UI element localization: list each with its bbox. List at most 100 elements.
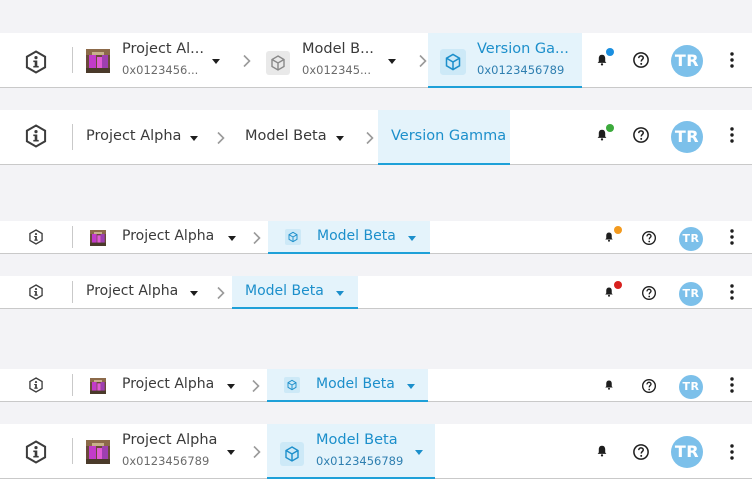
breadcrumb-project-label: Project Alpha <box>122 228 215 244</box>
chevron-down-icon[interactable] <box>190 291 198 296</box>
chevron-down-icon[interactable] <box>408 236 416 241</box>
avatar[interactable]: TR <box>679 375 703 399</box>
breadcrumb-model-label: Model Beta <box>316 376 395 392</box>
notification-dot <box>614 226 622 234</box>
chevron-right-icon <box>252 231 262 245</box>
chevron-right-icon <box>252 445 262 459</box>
project-thumbnail-icon <box>86 49 110 73</box>
breadcrumb-project[interactable]: Project Alpha 0x0123456789 <box>72 424 252 479</box>
chevron-down-icon[interactable] <box>336 136 344 141</box>
breadcrumb-project[interactable]: Project Alpha <box>72 369 252 402</box>
breadcrumb-bar: Project Alpha Model Beta Version Gamma TR <box>0 110 752 165</box>
app-logo-icon[interactable] <box>24 50 48 74</box>
more-options-icon[interactable] <box>728 443 736 461</box>
help-icon[interactable] <box>632 443 650 461</box>
breadcrumb-model-label: Model Beta <box>317 228 396 244</box>
breadcrumb-model[interactable]: Model Beta <box>268 221 430 254</box>
breadcrumb-project-label: Project Alpha <box>122 376 215 392</box>
chevron-down-icon[interactable] <box>228 236 236 241</box>
app-logo-icon[interactable] <box>24 440 48 464</box>
breadcrumb-version[interactable]: Version Gamma <box>378 110 510 165</box>
breadcrumb-version-id: 0x0123456789 <box>477 63 565 77</box>
avatar[interactable]: TR <box>671 45 703 77</box>
chevron-down-icon[interactable] <box>415 450 423 455</box>
chevron-down-icon[interactable] <box>190 136 198 141</box>
avatar[interactable]: TR <box>671 436 703 468</box>
breadcrumb-version-label: Version Ga... <box>477 41 569 57</box>
breadcrumb-project[interactable]: Project Alpha <box>72 221 252 254</box>
chevron-right-icon <box>216 131 226 145</box>
more-options-icon[interactable] <box>728 228 736 246</box>
chevron-right-icon <box>418 54 428 68</box>
breadcrumb-model[interactable]: Model B... 0x012345... <box>258 33 410 88</box>
breadcrumb-bar: Project Al... 0x0123456... Model B... 0x012… <box>0 33 752 88</box>
notification-dot <box>614 281 622 289</box>
cube-icon <box>285 229 301 245</box>
chevron-down-icon[interactable] <box>227 450 235 455</box>
breadcrumb-model-label: Model Beta <box>316 432 398 448</box>
help-icon[interactable] <box>641 285 657 301</box>
bell-icon[interactable] <box>603 231 615 243</box>
app-logo-icon[interactable] <box>28 229 44 245</box>
avatar[interactable]: TR <box>671 121 703 153</box>
breadcrumb-project-label: Project Alpha <box>86 128 182 144</box>
project-thumbnail-icon <box>90 230 106 246</box>
breadcrumb-model-label: Model Beta <box>245 128 327 144</box>
breadcrumb-version[interactable]: Version Ga... 0x0123456789 <box>428 33 582 88</box>
breadcrumb-bar: Project Alpha Model Beta TR <box>0 369 752 402</box>
chevron-right-icon <box>365 131 375 145</box>
chevron-right-icon <box>242 54 252 68</box>
breadcrumb-bar: Project Alpha Model Beta TR <box>0 276 752 309</box>
cube-icon <box>440 49 466 75</box>
breadcrumb-project-label: Project Alpha <box>86 283 179 299</box>
chevron-down-icon[interactable] <box>212 59 220 64</box>
breadcrumb-project-id: 0x0123456... <box>122 63 199 77</box>
breadcrumb-project[interactable]: Project Alpha <box>72 276 216 309</box>
app-logo-icon[interactable] <box>24 124 48 148</box>
breadcrumb-model-label: Model Beta <box>245 283 324 299</box>
help-icon[interactable] <box>641 378 657 394</box>
breadcrumb-model[interactable]: Model Beta <box>232 110 362 165</box>
breadcrumb-model-label: Model B... <box>302 41 374 57</box>
breadcrumb-bar: Project Alpha 0x0123456789 Model Beta 0x012… <box>0 424 752 479</box>
more-options-icon[interactable] <box>728 126 736 144</box>
more-options-icon[interactable] <box>728 51 736 69</box>
project-thumbnail-icon <box>90 378 106 394</box>
bell-icon[interactable] <box>603 379 615 391</box>
chevron-down-icon[interactable] <box>388 59 396 64</box>
notification-dot <box>606 48 614 56</box>
breadcrumb-bar: Project Alpha Model Beta TR <box>0 221 752 254</box>
app-logo-icon[interactable] <box>28 284 44 300</box>
breadcrumb-model[interactable]: Model Beta <box>267 369 428 402</box>
breadcrumb-version-label: Version Gamma <box>391 128 507 144</box>
avatar[interactable]: TR <box>679 282 703 306</box>
avatar[interactable]: TR <box>679 227 703 251</box>
breadcrumb-model[interactable]: Model Beta 0x0123456789 <box>267 424 435 479</box>
breadcrumb-project-id: 0x0123456789 <box>122 454 210 468</box>
help-icon[interactable] <box>641 230 657 246</box>
more-options-icon[interactable] <box>728 376 736 394</box>
help-icon[interactable] <box>632 51 650 69</box>
breadcrumb-project[interactable]: Project Alpha <box>72 110 206 165</box>
bell-icon[interactable] <box>603 286 615 298</box>
project-thumbnail-icon <box>86 440 110 464</box>
cube-icon <box>266 51 290 75</box>
breadcrumb-project[interactable]: Project Al... 0x0123456... <box>72 33 240 88</box>
chevron-right-icon <box>216 286 226 300</box>
cube-icon <box>280 442 304 466</box>
breadcrumb-project-label: Project Al... <box>122 41 204 57</box>
cube-icon <box>284 377 300 393</box>
chevron-down-icon[interactable] <box>407 384 415 389</box>
app-logo-icon[interactable] <box>28 377 44 393</box>
chevron-down-icon[interactable] <box>227 384 235 389</box>
chevron-down-icon[interactable] <box>336 291 344 296</box>
chevron-right-icon <box>251 379 261 393</box>
help-icon[interactable] <box>632 126 650 144</box>
breadcrumb-model[interactable]: Model Beta <box>232 276 358 309</box>
bell-icon[interactable] <box>595 444 609 458</box>
breadcrumb-model-id: 0x012345... <box>302 63 371 77</box>
breadcrumb-project-label: Project Alpha <box>122 432 218 448</box>
notification-dot <box>606 124 614 132</box>
breadcrumb-model-id: 0x0123456789 <box>316 454 404 468</box>
more-options-icon[interactable] <box>728 283 736 301</box>
